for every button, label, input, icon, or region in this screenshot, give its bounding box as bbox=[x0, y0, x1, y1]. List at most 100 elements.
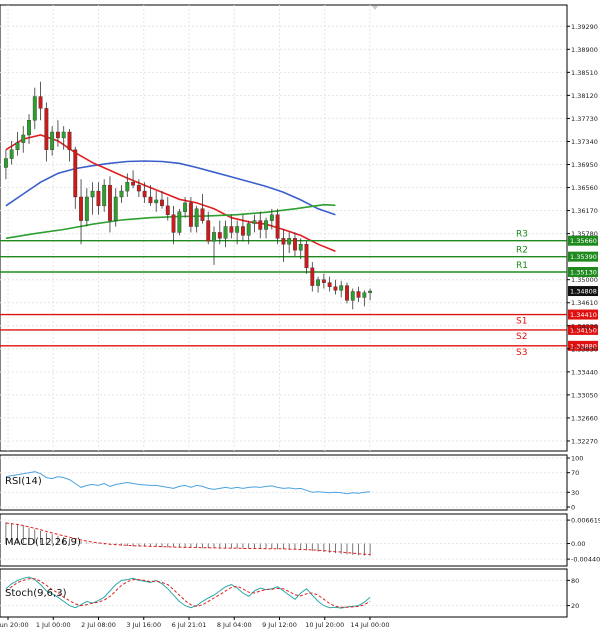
candle-body bbox=[61, 131, 66, 139]
candle-body bbox=[21, 134, 26, 143]
candle-body bbox=[258, 220, 263, 230]
macd-panel: 0.006619 0.00 -0.004405 MACD(12,26,9) bbox=[0, 513, 600, 567]
candle-body bbox=[27, 119, 31, 136]
candle-body bbox=[177, 211, 182, 233]
candle-body bbox=[339, 285, 344, 291]
candle-body bbox=[131, 182, 136, 186]
candle-body bbox=[148, 196, 153, 204]
candle-body bbox=[362, 292, 367, 298]
price-tick-label: 1.38120 bbox=[571, 92, 598, 100]
candle-body bbox=[38, 96, 43, 109]
price-tick-label: 1.33440 bbox=[571, 368, 598, 376]
time-tick-label: 2 Jul 08:00 bbox=[81, 621, 116, 629]
candle-body bbox=[316, 279, 321, 286]
stoch-panel: 80 20 Stoch(9,6,3) bbox=[0, 568, 579, 618]
price-tick-label: 1.37340 bbox=[571, 138, 598, 146]
level-name: R1 bbox=[516, 261, 528, 271]
candle-body bbox=[321, 279, 326, 283]
indicator-tick-label: 0.00 bbox=[571, 540, 585, 548]
indicator-tick-label: 30 bbox=[571, 489, 579, 497]
candle-body bbox=[142, 190, 147, 198]
candle-body bbox=[345, 285, 349, 301]
indicator-tick-label: -0.004405 bbox=[571, 556, 600, 564]
level-price-label: 1.35390 bbox=[570, 253, 597, 261]
price-tick-label: 1.32660 bbox=[571, 414, 598, 422]
candle-body bbox=[183, 202, 188, 212]
time-tick-label: 30 Jun 20:00 bbox=[0, 621, 29, 629]
candle-body bbox=[165, 205, 170, 215]
level-price-label: 1.34410 bbox=[570, 311, 597, 319]
candle-body bbox=[310, 267, 315, 286]
candle-body bbox=[84, 196, 89, 221]
candle-body bbox=[235, 226, 240, 233]
candle-body bbox=[275, 214, 280, 239]
candle-body bbox=[356, 291, 361, 298]
candle-body bbox=[73, 149, 78, 198]
level-price-label: 1.35660 bbox=[570, 237, 597, 245]
price-tick-label: 1.36560 bbox=[571, 184, 598, 192]
price-tick-label: 1.33050 bbox=[571, 391, 598, 399]
candle-body bbox=[113, 196, 118, 221]
price-tick-label: 1.38900 bbox=[571, 46, 598, 54]
indicator-tick-label: 100 bbox=[571, 455, 583, 463]
candle-body bbox=[108, 184, 112, 221]
candle-body bbox=[281, 238, 286, 245]
price-tick-label: 1.36170 bbox=[571, 207, 598, 215]
price-tick-label: 1.33830 bbox=[571, 345, 598, 353]
candle-body bbox=[171, 214, 176, 233]
candle-body bbox=[269, 214, 274, 221]
candle-body bbox=[298, 244, 303, 251]
candle-body bbox=[246, 223, 251, 236]
level-name: S1 bbox=[516, 317, 527, 327]
price-tick-label: 1.37730 bbox=[571, 115, 598, 123]
indicator-tick-label: 0 bbox=[571, 504, 575, 512]
price-tick-label: 1.35000 bbox=[571, 276, 598, 284]
candle-body bbox=[293, 238, 297, 251]
chart-area: R31.35660R21.35390R11.35130S11.34410S21.… bbox=[0, 0, 600, 634]
price-tick-label: 1.34610 bbox=[571, 299, 598, 307]
rsi-panel-frame bbox=[0, 454, 568, 511]
candle-body bbox=[206, 220, 211, 242]
candle-body bbox=[67, 131, 72, 150]
candle-body bbox=[217, 232, 222, 239]
candle-body bbox=[125, 182, 130, 192]
candle-body bbox=[304, 244, 309, 269]
candle-body bbox=[194, 208, 199, 227]
stoch-title: Stoch(9,6,3) bbox=[5, 588, 67, 599]
level-name: R2 bbox=[516, 246, 528, 256]
candle-body bbox=[200, 208, 205, 221]
candle-body bbox=[55, 131, 60, 139]
candle-body bbox=[3, 158, 8, 168]
candle-body bbox=[229, 226, 234, 233]
candle-body bbox=[32, 96, 37, 121]
price-tick-label: 1.34220 bbox=[571, 322, 598, 330]
candle-body bbox=[9, 149, 14, 159]
time-tick-label: 3 Jul 16:00 bbox=[126, 621, 161, 629]
price-panel: R31.35660R21.35390R11.35130S11.34410S21.… bbox=[0, 4, 598, 452]
candle-body bbox=[136, 184, 141, 192]
time-tick-label: 9 Jul 12:00 bbox=[262, 621, 297, 629]
price-tick-label: 1.38510 bbox=[571, 69, 598, 77]
time-tick-label: 6 Jul 21:01 bbox=[172, 621, 207, 629]
current-price-marker: 1.34808 bbox=[568, 286, 598, 297]
time-tick-label: 14 Jul 00:00 bbox=[351, 621, 390, 629]
candle-body bbox=[240, 226, 245, 236]
indicator-tick-label: 80 bbox=[571, 577, 579, 585]
macd-panel-frame bbox=[0, 513, 568, 567]
candle-body bbox=[50, 131, 55, 150]
candle-body bbox=[154, 199, 159, 204]
rsi-panel: 100 70 30 0 RSI(14) bbox=[0, 454, 583, 512]
candle-body bbox=[119, 190, 124, 198]
candle-body bbox=[223, 226, 228, 239]
level-name: R3 bbox=[516, 230, 528, 240]
candle-body bbox=[96, 190, 101, 207]
candle-body bbox=[102, 184, 107, 207]
price-tick-label: 1.39290 bbox=[571, 23, 598, 31]
candle-body bbox=[15, 142, 20, 150]
candle-body bbox=[368, 290, 373, 293]
candle-body bbox=[212, 232, 216, 242]
candle-body bbox=[188, 202, 193, 227]
candle-body bbox=[264, 220, 268, 230]
time-tick-label: 1 Jul 00:00 bbox=[36, 621, 71, 629]
rsi-title: RSI(14) bbox=[5, 476, 42, 487]
